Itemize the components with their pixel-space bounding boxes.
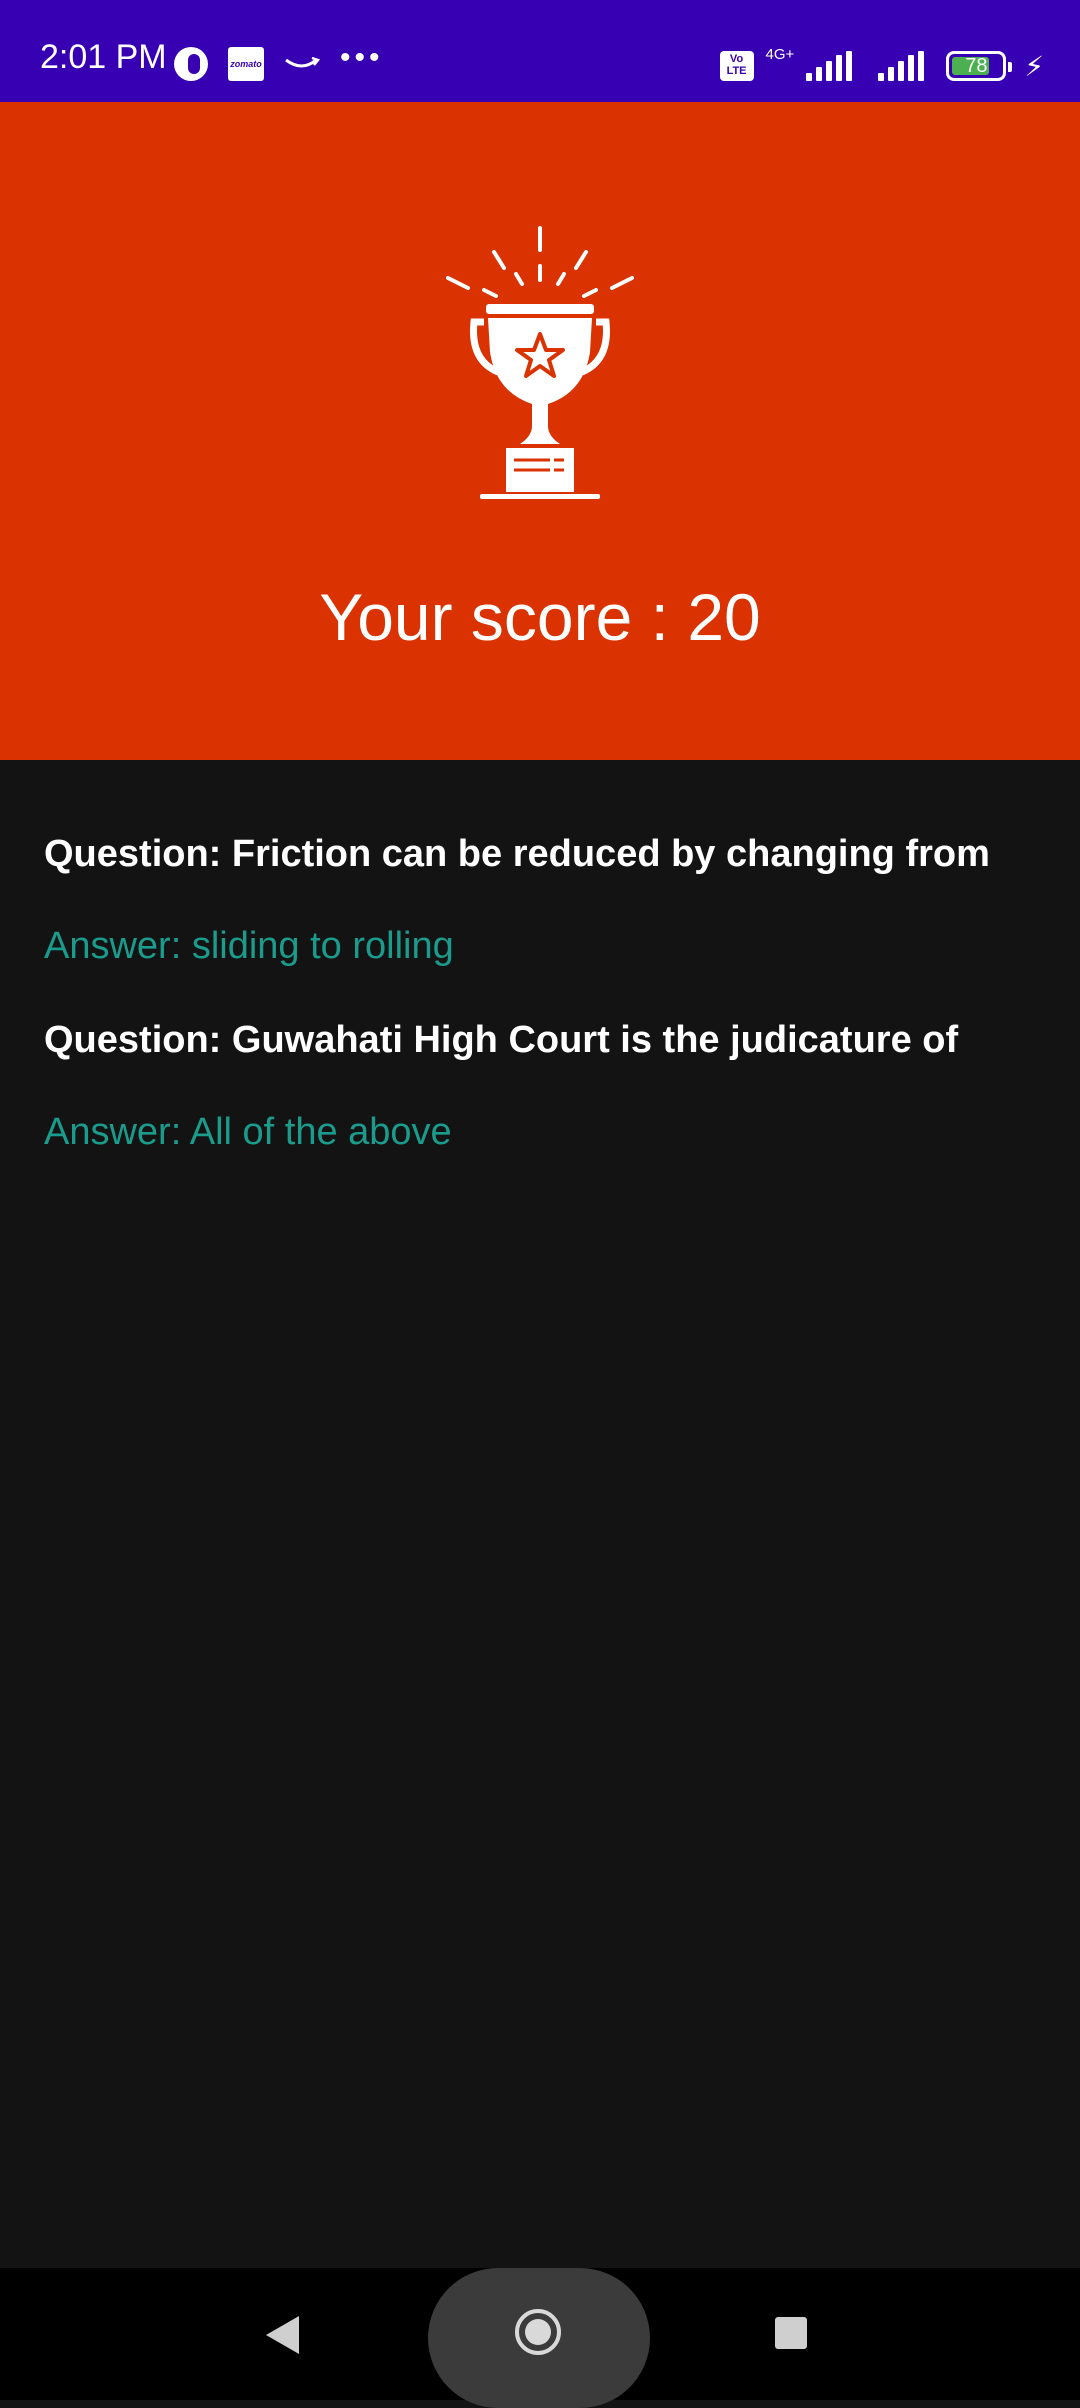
recents-square-icon[interactable] (775, 2317, 807, 2349)
signal-strength-icon-1 (806, 51, 853, 81)
battery-cap (1008, 62, 1013, 72)
system-status-icons: Vo LTE 4G+ 78 ⚡ (719, 45, 1044, 86)
more-notifications-icon: ••• (340, 41, 384, 74)
notification-app-icon (174, 47, 208, 81)
result-item: Question: Friction can be reduced by cha… (44, 830, 1044, 970)
zomato-notification-icon: zomato (228, 47, 264, 81)
network-type-label: 4G+ (765, 45, 795, 63)
answer-text: Answer: sliding to rolling (44, 925, 454, 967)
battery-icon: 78 (946, 51, 1013, 81)
notification-icons: zomato ••• (174, 41, 384, 82)
score-text: Your score : 20 (319, 580, 761, 654)
trophy-icon (446, 226, 634, 499)
home-circle-icon[interactable] (515, 2309, 561, 2355)
navigation-bar (0, 2268, 1080, 2408)
result-item: Question: Guwahati High Court is the jud… (44, 1016, 1044, 1156)
amazon-smile-icon (285, 56, 320, 68)
battery-level: 78 (965, 55, 988, 77)
volte-icon: Vo LTE (719, 51, 754, 81)
question-text: Question: Friction can be reduced by cha… (44, 833, 990, 875)
status-bar: 2:01 PM zomato ••• Vo LTE 4G+ 78 ⚡ (0, 0, 1080, 102)
answer-text: Answer: All of the above (44, 1111, 452, 1153)
question-text: Question: Guwahati High Court is the jud… (44, 1019, 959, 1061)
charging-bolt-icon: ⚡ (1024, 50, 1044, 82)
signal-strength-icon-2 (878, 51, 925, 81)
results-list: Question: Friction can be reduced by cha… (44, 830, 1044, 1156)
back-triangle-icon[interactable] (266, 2316, 299, 2354)
score-header: Your score : 20 (0, 102, 1080, 760)
status-time: 2:01 PM (40, 38, 167, 76)
